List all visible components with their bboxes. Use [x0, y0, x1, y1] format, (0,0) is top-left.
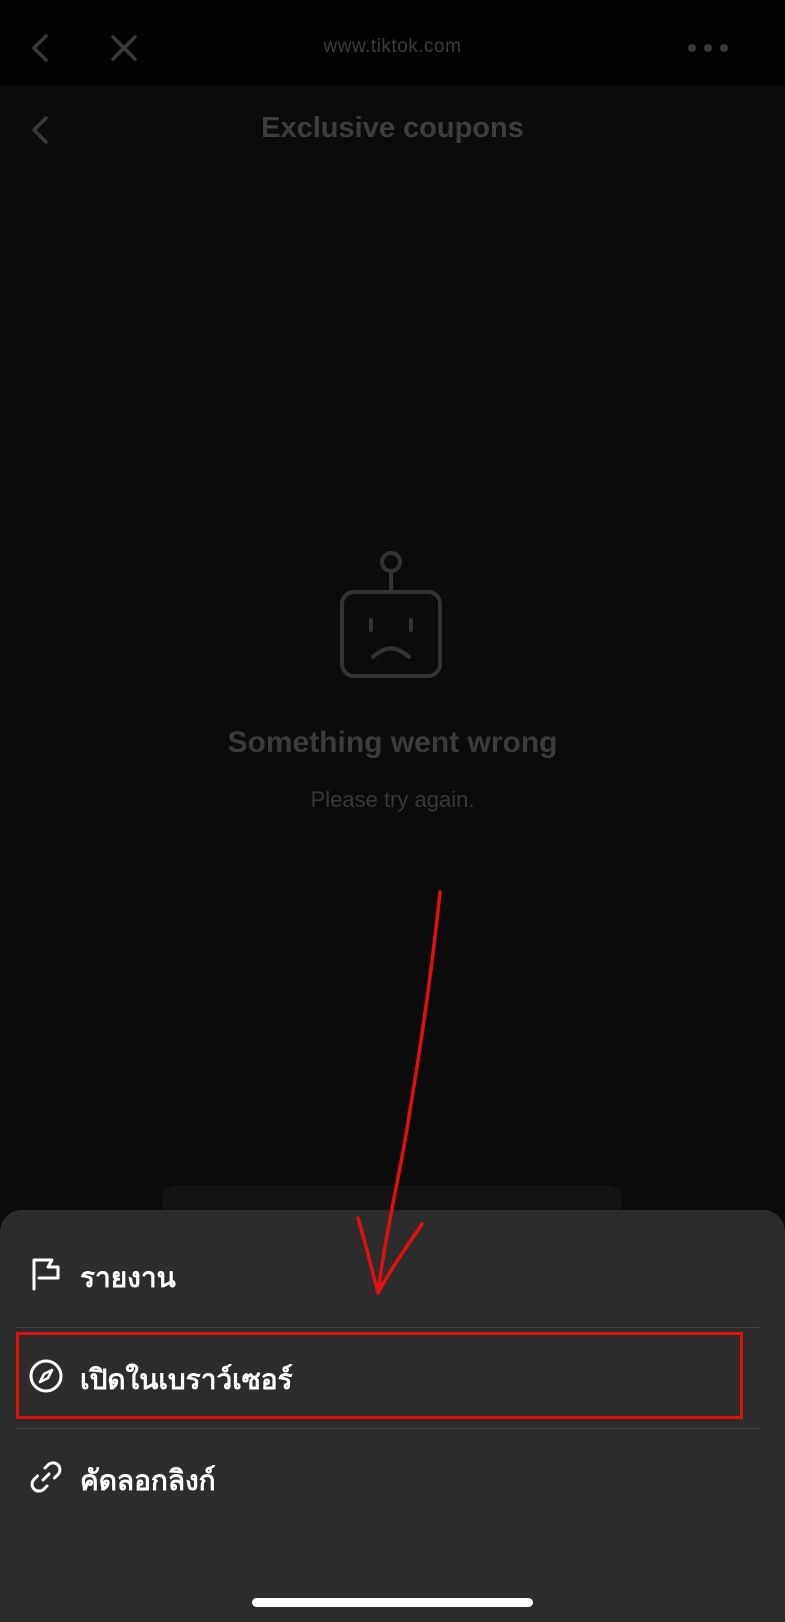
- page-title: Exclusive coupons: [261, 112, 524, 144]
- menu-item-report[interactable]: รายงาน: [0, 1222, 785, 1322]
- menu-item-label: รายงาน: [80, 1262, 176, 1293]
- menu-item-copy-link[interactable]: คัดลอกลิงก์: [0, 1425, 785, 1525]
- error-subtitle: Please try again.: [310, 787, 475, 812]
- link-icon: [30, 1461, 62, 1493]
- home-indicator[interactable]: [252, 1598, 533, 1607]
- annotation-highlight-box: [16, 1332, 743, 1419]
- menu-item-label: คัดลอกลิงก์: [80, 1465, 216, 1496]
- flag-icon: [32, 1258, 60, 1291]
- close-icon[interactable]: [104, 28, 144, 68]
- sad-robot-icon: [340, 551, 442, 678]
- browser-toolbar: www.tiktok.com: [0, 0, 785, 86]
- more-horizontal-icon[interactable]: [684, 28, 732, 68]
- chevron-left-icon[interactable]: [22, 28, 62, 68]
- error-title: Something went wrong: [227, 726, 558, 759]
- url-label[interactable]: www.tiktok.com: [200, 36, 585, 58]
